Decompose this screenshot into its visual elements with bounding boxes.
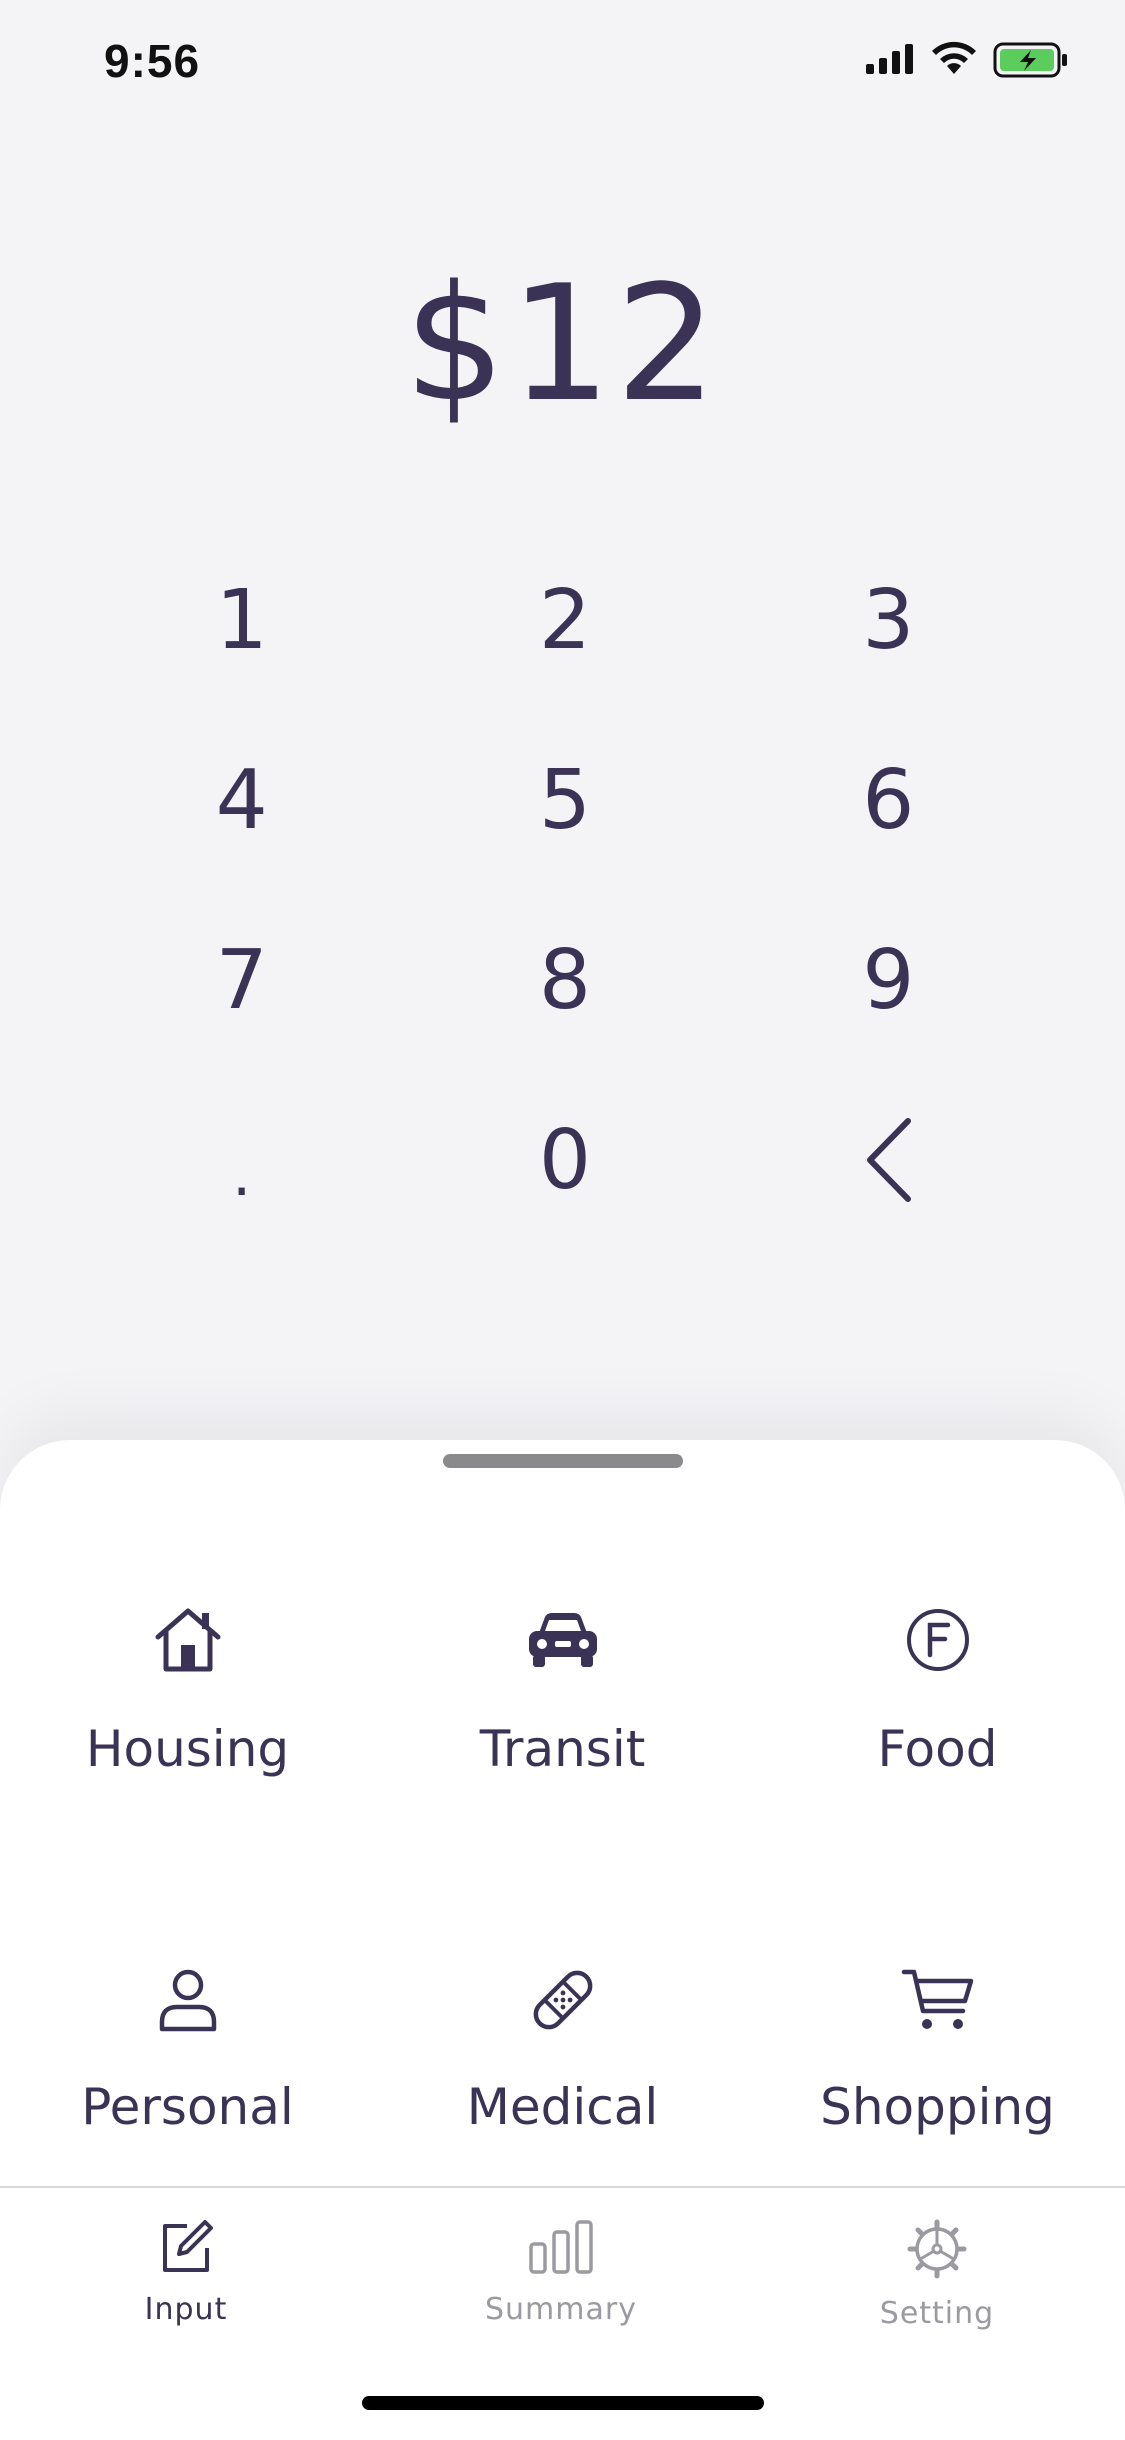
status-bar: 9:56 xyxy=(0,0,1125,120)
battery-charging-icon xyxy=(993,42,1067,78)
key-2[interactable]: 2 xyxy=(403,530,726,710)
car-icon xyxy=(525,1600,601,1680)
gear-icon xyxy=(907,2219,967,2279)
category-label: Food xyxy=(877,1720,998,1778)
key-7[interactable]: 7 xyxy=(80,890,403,1070)
category-label: Personal xyxy=(81,2078,294,2136)
tab-label: Summary xyxy=(485,2292,637,2327)
category-label: Shopping xyxy=(820,2078,1055,2136)
key-0[interactable]: 0 xyxy=(403,1070,726,1250)
edit-icon xyxy=(163,2220,213,2272)
tab-setting[interactable]: Setting xyxy=(837,2218,1037,2331)
house-icon xyxy=(152,1600,224,1680)
key-1[interactable]: 1 xyxy=(80,530,403,710)
category-label: Transit xyxy=(479,1720,646,1778)
numeric-keypad: 1 2 3 4 5 6 7 8 9 . 0 xyxy=(80,530,1050,1250)
person-icon xyxy=(157,1960,219,2040)
key-5[interactable]: 5 xyxy=(403,710,726,890)
bandage-icon xyxy=(528,1960,598,2040)
food-f-icon xyxy=(905,1600,971,1680)
tab-label: Setting xyxy=(879,2296,995,2331)
tab-input[interactable]: Input xyxy=(86,2218,286,2327)
home-indicator xyxy=(362,2396,764,2410)
status-time: 9:56 xyxy=(104,35,201,87)
key-9[interactable]: 9 xyxy=(727,890,1050,1070)
tab-summary[interactable]: Summary xyxy=(461,2218,661,2327)
sheet-grabber[interactable] xyxy=(443,1454,683,1468)
category-food[interactable]: Food xyxy=(750,1600,1125,1960)
category-transit[interactable]: Transit xyxy=(375,1600,750,1960)
key-3[interactable]: 3 xyxy=(727,530,1050,710)
key-8[interactable]: 8 xyxy=(403,890,726,1070)
bar-chart-icon xyxy=(529,2220,593,2274)
key-6[interactable]: 6 xyxy=(727,710,1050,890)
category-label: Medical xyxy=(466,2078,659,2136)
key-decimal[interactable]: . xyxy=(80,1070,403,1250)
chevron-left-icon xyxy=(867,1118,912,1202)
amount-display: $12 xyxy=(403,250,722,437)
wifi-icon xyxy=(932,41,976,74)
cellular-signal-icon xyxy=(866,44,913,74)
backspace-button[interactable] xyxy=(727,1070,1050,1250)
cart-icon xyxy=(901,1960,975,2040)
tab-label: Input xyxy=(144,2292,228,2327)
category-label: Housing xyxy=(85,1720,290,1778)
category-housing[interactable]: Housing xyxy=(0,1600,375,1960)
key-4[interactable]: 4 xyxy=(80,710,403,890)
